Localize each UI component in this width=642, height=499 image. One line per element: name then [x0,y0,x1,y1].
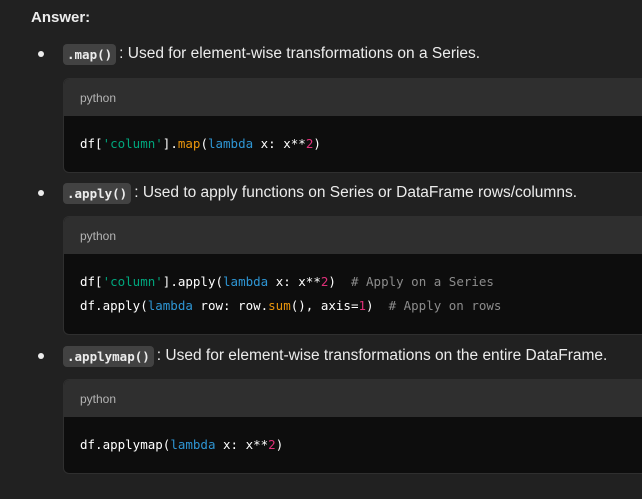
code-token: lambda [170,437,216,452]
code-token: df[ [80,136,103,151]
code-token: ( [200,136,208,151]
code-token: ) [366,298,389,313]
code-language-label: python [80,228,117,243]
code-block-apply: python df['column'].apply(lambda x: x**2… [63,216,642,335]
code-block-header: python [64,380,642,417]
code-token: 'column' [102,136,163,151]
code-token: df.apply( [80,298,148,313]
item-description: : Used for element-wise transformations … [156,347,608,364]
code-line: df.applymap(lambda x: x**2) [80,433,642,457]
inline-code-method: .applymap() [63,345,154,367]
code-token: # Apply on rows [388,298,502,313]
item-description: : Used to apply functions on Series or D… [134,184,578,201]
code-token: # Apply on a Series [350,274,494,289]
bullet-dot [38,353,44,359]
code-token: 'column' [102,274,163,289]
code-body[interactable]: df['column'].map(lambda x: x**2) [64,116,642,172]
list-item-map: .map() : Used for element-wise transform… [38,42,480,66]
code-token: df[ [80,274,103,289]
code-block-header: python [64,217,642,254]
code-language-label: python [80,90,117,105]
code-token: lambda [207,136,254,151]
code-token: x: x** [253,136,306,151]
code-token: map [177,136,201,151]
code-token: lambda [147,298,193,313]
code-block-map: python df['column'].map(lambda x: x**2) [63,78,642,173]
answer-heading: Answer: [31,9,91,26]
code-block-applymap: python df.applymap(lambda x: x**2) [63,379,642,474]
bullet-dot [38,190,44,196]
code-language-label: python [80,391,117,406]
code-token: x: x** [268,274,321,289]
code-token: df.applymap( [80,437,171,452]
code-token: lambda [223,274,269,289]
code-line: df['column'].apply(lambda x: x**2) # App… [80,270,642,294]
code-token: sum [268,298,291,313]
bullet-dot [38,51,44,57]
code-block-header: python [64,79,642,116]
item-description: : Used for element-wise transformations … [119,45,481,62]
code-token: 1 [358,298,366,313]
code-token: ) [275,437,284,452]
code-token: (), axis= [290,298,359,313]
code-token: ) [313,136,321,151]
code-token: row: row. [192,298,269,313]
code-token: ]. [162,136,178,151]
inline-code-method: .map() [63,43,117,65]
code-token: x: x** [215,437,269,452]
code-token: ].apply( [162,274,224,289]
code-body[interactable]: df['column'].apply(lambda x: x**2) # App… [64,254,642,334]
code-token: ) [328,274,351,289]
list-item-applymap: .applymap() : Used for element-wise tran… [38,344,607,368]
inline-code-method: .apply() [63,182,132,204]
code-line: df['column'].map(lambda x: x**2) [80,132,642,156]
code-line: df.apply(lambda row: row.sum(), axis=1) … [80,294,642,318]
list-item-apply: .apply() : Used to apply functions on Se… [38,181,577,205]
code-body[interactable]: df.applymap(lambda x: x**2) [64,417,642,473]
code-token: 2 [268,437,276,452]
